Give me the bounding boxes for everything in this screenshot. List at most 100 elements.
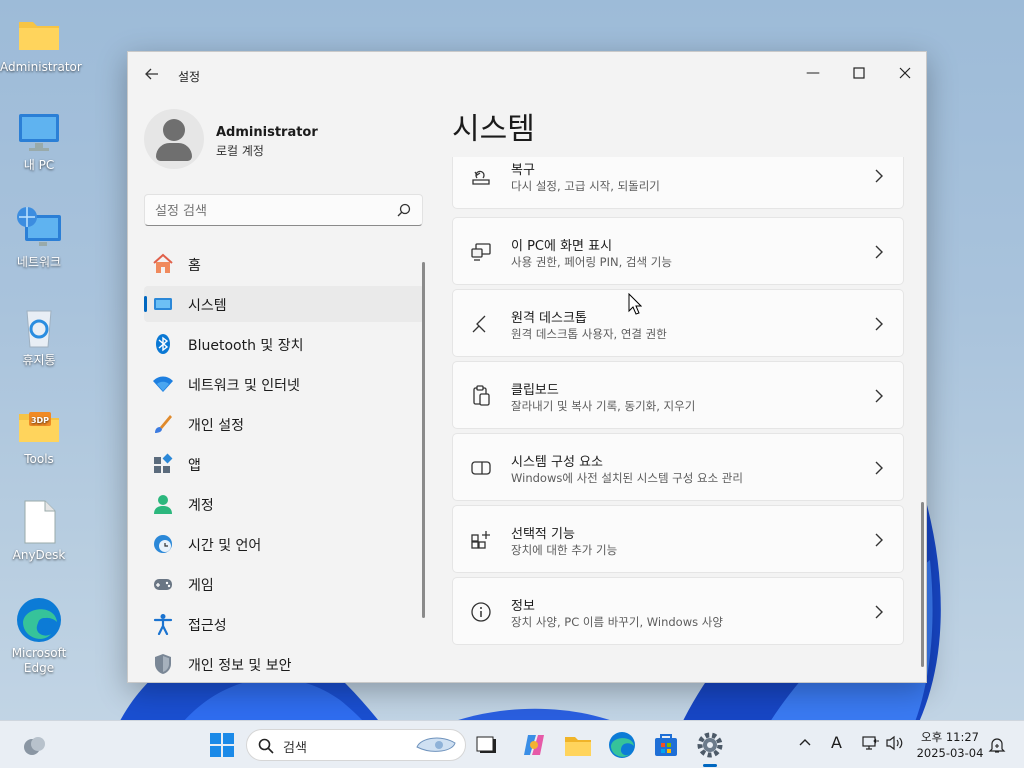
chevron-right-icon xyxy=(875,461,883,475)
store-icon xyxy=(655,734,677,756)
edge-icon xyxy=(15,596,63,644)
system-icon xyxy=(154,298,172,310)
shield-icon xyxy=(155,654,171,674)
nav-item-label: 접근성 xyxy=(188,618,227,634)
nav-item-label: 앱 xyxy=(188,458,201,474)
nav-item-network[interactable]: 네트워크 및 인터넷 xyxy=(144,366,424,402)
nav-item-label: 계정 xyxy=(188,498,214,514)
desktop-icon-this-pc[interactable]: 내 PC xyxy=(0,108,78,173)
taskbar-clock[interactable]: 오후 11:27 2025-03-04 xyxy=(910,729,990,761)
widgets-button[interactable] xyxy=(18,729,50,761)
task-view-button[interactable] xyxy=(471,729,503,761)
settings-window: 설정 — Administrator 로컬 계정 홈 시스템 Bluetooth… xyxy=(127,51,927,683)
desktop-icon-recycle-bin[interactable]: 휴지통 xyxy=(0,303,78,368)
nav-item-gaming[interactable]: 게임 xyxy=(144,566,424,602)
card-about[interactable]: 정보 장치 사양, PC 이름 바꾸기, Windows 사양 xyxy=(452,577,904,645)
page-title: 시스템 xyxy=(452,112,535,147)
nav-item-accessibility[interactable]: 접근성 xyxy=(144,606,424,642)
chevron-right-icon xyxy=(875,169,883,183)
nav-item-privacy[interactable]: 개인 정보 및 보안 xyxy=(144,646,424,682)
edge-icon xyxy=(609,732,635,758)
nav-item-accounts[interactable]: 계정 xyxy=(144,486,424,522)
folder-icon xyxy=(15,10,63,58)
accessibility-icon xyxy=(153,614,173,635)
taskbar-search-box[interactable]: 검색 xyxy=(246,729,466,761)
nav-item-apps[interactable]: 앱 xyxy=(144,446,424,482)
nav-item-label: 시스템 xyxy=(188,298,227,314)
edge-taskbar-button[interactable] xyxy=(606,729,638,761)
account-icon xyxy=(154,495,172,514)
taskbar: 검색 A 오후 11:27 2025-03-04 xyxy=(0,720,1024,768)
maximize-icon xyxy=(853,67,865,79)
network-tray-button[interactable] xyxy=(862,735,880,755)
windows-logo-icon xyxy=(210,733,234,757)
project-icon xyxy=(471,243,491,261)
ime-indicator[interactable]: A xyxy=(831,733,842,752)
card-title: 정보 xyxy=(511,599,535,614)
nav-item-label: Bluetooth 및 장치 xyxy=(188,338,304,354)
start-button[interactable] xyxy=(206,729,238,761)
maximize-button[interactable] xyxy=(836,58,882,88)
desktop-icon-administrator[interactable]: Administrator xyxy=(0,10,82,75)
show-hidden-icons-button[interactable] xyxy=(798,735,812,753)
network-icon xyxy=(15,205,63,253)
card-subtitle: 다시 설정, 고급 시작, 되돌리기 xyxy=(511,179,660,193)
info-icon xyxy=(471,602,491,622)
card-title: 클립보드 xyxy=(511,383,559,398)
card-project-to-pc[interactable]: 이 PC에 화면 표시 사용 권한, 페어링 PIN, 검색 기능 xyxy=(452,217,904,285)
settings-taskbar-button[interactable] xyxy=(694,729,726,761)
chevron-right-icon xyxy=(875,245,883,259)
weather-widget-icon xyxy=(24,737,45,755)
notifications-button[interactable] xyxy=(988,736,1006,758)
nav-item-personalization[interactable]: 개인 설정 xyxy=(144,406,424,442)
card-recovery[interactable]: 복구 다시 설정, 고급 시작, 되돌리기 xyxy=(452,157,904,209)
nav-item-label: 홈 xyxy=(188,258,201,274)
clipboard-icon xyxy=(473,385,490,406)
file-explorer-button[interactable] xyxy=(562,729,594,761)
brush-icon xyxy=(155,415,172,433)
network-tray-icon xyxy=(862,736,879,750)
bell-icon xyxy=(988,738,1006,753)
settings-search-box[interactable] xyxy=(144,194,423,226)
card-remote-desktop[interactable]: 원격 데스크톱 원격 데스크톱 사용자, 연결 권한 xyxy=(452,289,904,357)
nav-item-system[interactable]: 시스템 xyxy=(144,286,424,322)
nav-item-label: 개인 설정 xyxy=(188,418,244,434)
settings-search-input[interactable] xyxy=(155,201,385,221)
store-button[interactable] xyxy=(650,729,682,761)
desktop-icon-edge[interactable]: Microsoft Edge xyxy=(0,596,78,676)
close-button[interactable] xyxy=(882,58,928,88)
search-icon xyxy=(258,738,274,754)
copilot-button[interactable] xyxy=(518,729,550,761)
back-button[interactable] xyxy=(142,66,162,86)
volume-tray-button[interactable] xyxy=(886,735,904,755)
desktop-icon-label: AnyDesk xyxy=(12,548,66,562)
bluetooth-icon xyxy=(156,334,170,354)
card-title: 이 PC에 화면 표시 xyxy=(511,239,613,254)
nav-item-home[interactable]: 홈 xyxy=(144,246,424,282)
copilot-icon xyxy=(524,735,544,755)
settings-cards-list: 복구 다시 설정, 고급 시작, 되돌리기 이 PC에 화면 표시 사용 권한,… xyxy=(452,157,904,677)
content-scrollbar[interactable] xyxy=(921,502,924,667)
recovery-icon xyxy=(472,170,490,185)
clock-date: 2025-03-04 xyxy=(916,746,984,760)
card-system-components[interactable]: 시스템 구성 요소 Windows에 사전 설치된 시스템 구성 요소 관리 xyxy=(452,433,904,501)
minimize-button[interactable]: — xyxy=(790,58,836,88)
apps-icon xyxy=(154,453,173,473)
arrow-left-icon xyxy=(145,68,158,80)
user-profile[interactable]: Administrator 로컬 계정 xyxy=(144,109,424,169)
badge-3dp: 3DP xyxy=(31,416,49,425)
desktop-icon-tools[interactable]: 3DP Tools xyxy=(0,402,78,467)
desktop-icon-anydesk[interactable]: AnyDesk xyxy=(0,498,78,563)
window-title: 설정 xyxy=(178,70,201,84)
nav-scrollbar[interactable] xyxy=(422,262,425,618)
card-optional-features[interactable]: 선택적 기능 장치에 대한 추가 기능 xyxy=(452,505,904,573)
taskbar-search-label: 검색 xyxy=(283,741,307,756)
file-icon xyxy=(15,498,63,546)
card-clipboard[interactable]: 클립보드 잘라내기 및 복사 기록, 동기화, 지우기 xyxy=(452,361,904,429)
card-title: 복구 xyxy=(511,163,535,178)
card-subtitle: 장치 사양, PC 이름 바꾸기, Windows 사양 xyxy=(511,615,723,629)
desktop-icon-network[interactable]: 네트워크 xyxy=(0,205,78,270)
profile-account-type: 로컬 계정 xyxy=(216,144,264,158)
nav-item-time-language[interactable]: 시간 및 언어 xyxy=(144,526,424,562)
nav-item-bluetooth[interactable]: Bluetooth 및 장치 xyxy=(144,326,424,362)
